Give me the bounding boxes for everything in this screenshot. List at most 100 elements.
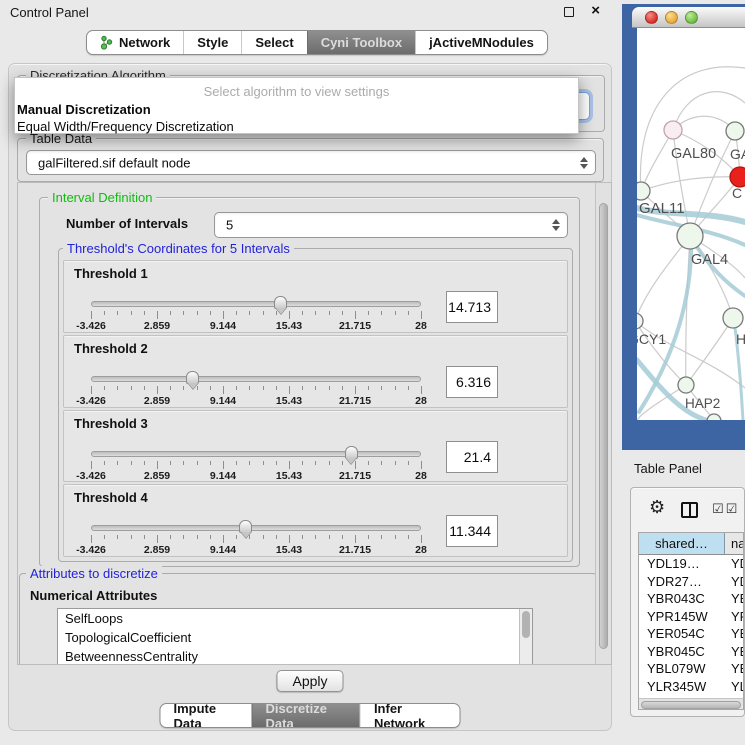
algorithm-dropdown-popup: Select algorithm to view settings Manual… xyxy=(14,77,579,134)
network-node-hap2[interactable] xyxy=(678,377,694,393)
minimize-traffic-light-icon[interactable] xyxy=(665,11,678,24)
threshold-slider[interactable] xyxy=(91,525,421,531)
table-row[interactable]: YER054CYER05 xyxy=(639,625,743,643)
attribute-list-item[interactable]: BetweennessCentrality xyxy=(58,647,532,665)
table-row[interactable]: YBL079WYBL07 xyxy=(639,660,743,678)
tick-mark xyxy=(302,311,303,315)
scale-label: 9.144 xyxy=(210,395,236,407)
tick-mark xyxy=(117,386,118,390)
tab-discretize-data[interactable]: Discretize Data xyxy=(252,704,360,727)
threshold-value-field[interactable]: 14.713 xyxy=(446,291,498,323)
attribute-list-item[interactable]: TopologicalCoefficient xyxy=(58,628,532,647)
tick-mark xyxy=(223,311,224,319)
slider-track[interactable] xyxy=(91,451,421,457)
table-data-select[interactable]: galFiltered.sif default node xyxy=(26,150,596,175)
threshold-slider[interactable] xyxy=(91,301,421,307)
panel-vertical-scrollbar[interactable] xyxy=(595,183,611,664)
threshold-label: Threshold 4 xyxy=(74,490,148,505)
attribute-list-item[interactable]: SelfLoops xyxy=(58,609,532,628)
algorithm-option-equal-width[interactable]: Equal Width/Frequency Discretization xyxy=(17,119,234,134)
slider-thumb[interactable] xyxy=(345,446,358,459)
column-layout-icon[interactable] xyxy=(681,502,698,518)
slider-thumb[interactable] xyxy=(274,296,287,309)
network-node-gal4[interactable] xyxy=(677,223,703,249)
tick-mark xyxy=(368,535,369,539)
number-of-intervals-select[interactable]: 5 xyxy=(214,212,568,238)
tab-select[interactable]: Select xyxy=(241,31,306,54)
scrollbar-thumb[interactable] xyxy=(522,611,530,638)
network-node-h[interactable] xyxy=(723,308,743,328)
table-horizontal-scrollbar[interactable] xyxy=(639,698,743,709)
slider-thumb[interactable] xyxy=(239,520,252,533)
tab-label: Style xyxy=(197,35,228,50)
tick-mark xyxy=(117,461,118,465)
select-columns-icon[interactable]: ☑☑ xyxy=(712,501,739,517)
tick-mark xyxy=(157,461,158,469)
tick-mark xyxy=(315,386,316,390)
tick-mark xyxy=(223,461,224,469)
close-icon[interactable]: × xyxy=(591,2,600,19)
tab-cyni-toolbox[interactable]: Cyni Toolbox xyxy=(307,31,415,54)
tick-mark xyxy=(91,386,92,394)
network-window-titlebar[interactable] xyxy=(632,7,745,28)
threshold-slider[interactable] xyxy=(91,376,421,382)
slider-track[interactable] xyxy=(91,301,421,307)
column-header-shared-name[interactable]: shared… xyxy=(639,533,725,554)
stepper-icon[interactable] xyxy=(552,219,560,231)
slider-thumb[interactable] xyxy=(186,371,199,384)
tab-style[interactable]: Style xyxy=(183,31,241,54)
apply-button[interactable]: Apply xyxy=(276,670,343,692)
network-edge[interactable] xyxy=(641,177,740,191)
slider-track[interactable] xyxy=(91,525,421,531)
threshold-value-field[interactable]: 21.4 xyxy=(446,441,498,473)
tick-mark xyxy=(302,386,303,390)
tick-mark xyxy=(421,535,422,543)
network-node-label: GAL80 xyxy=(671,146,716,162)
threshold-value-field[interactable]: 11.344 xyxy=(446,515,498,547)
tab-jactivemnodules[interactable]: jActiveMNodules xyxy=(415,31,547,54)
tick-mark xyxy=(183,311,184,315)
gear-icon[interactable]: ⚙ xyxy=(649,497,665,518)
network-edge[interactable] xyxy=(641,130,673,191)
scale-label: 21.715 xyxy=(339,395,371,407)
column-header-name[interactable]: na xyxy=(725,533,743,554)
algorithm-placeholder-option[interactable]: Select algorithm to view settings xyxy=(15,84,578,99)
float-icon[interactable] xyxy=(564,7,574,17)
tab-infer-network[interactable]: Infer Network xyxy=(360,704,460,727)
tick-mark xyxy=(395,461,396,465)
stepper-icon[interactable] xyxy=(580,157,588,169)
slider-track[interactable] xyxy=(91,376,421,382)
tab-impute-data[interactable]: Impute Data xyxy=(161,704,252,727)
scrollbar-thumb[interactable] xyxy=(599,203,608,649)
table-row[interactable]: YDL19…YDL19 xyxy=(639,555,743,573)
attributes-listbox[interactable]: SelfLoopsTopologicalCoefficientBetweenne… xyxy=(57,608,533,665)
network-node-gal11[interactable] xyxy=(637,182,650,200)
network-canvas[interactable]: GAL80GACGAL11GAL4GCY1HHAP2 xyxy=(637,28,745,420)
cell-shared-name: YBL079W xyxy=(639,660,725,678)
scale-label: 28 xyxy=(415,320,427,332)
cell-name: YPR14 xyxy=(725,608,743,626)
network-node-gal80[interactable] xyxy=(664,121,682,139)
table-row[interactable]: YBR043CYBR04 xyxy=(639,590,743,608)
network-node-c[interactable] xyxy=(730,167,745,187)
tick-mark xyxy=(104,311,105,315)
tab-network[interactable]: Network xyxy=(87,31,183,54)
cell-name: YER05 xyxy=(725,625,743,643)
zoom-traffic-light-icon[interactable] xyxy=(685,11,698,24)
scale-label: 2.859 xyxy=(144,395,170,407)
tick-mark xyxy=(315,311,316,315)
close-traffic-light-icon[interactable] xyxy=(645,11,658,24)
table-row[interactable]: YPR145WYPR14 xyxy=(639,608,743,626)
table-row[interactable]: YDR27…YDR27 xyxy=(639,573,743,591)
threshold-value-field[interactable]: 6.316 xyxy=(446,366,498,398)
table-row[interactable]: YLR345WYLR34 xyxy=(639,678,743,696)
tick-mark xyxy=(315,535,316,539)
tick-mark xyxy=(131,311,132,315)
algorithm-option-manual[interactable]: Manual Discretization xyxy=(17,102,151,117)
scrollbar-thumb[interactable] xyxy=(641,701,741,709)
attributes-scrollbar[interactable] xyxy=(519,609,532,665)
threshold-slider[interactable] xyxy=(91,451,421,457)
table-row[interactable]: YBR045CYBR04 xyxy=(639,643,743,661)
tick-mark xyxy=(408,311,409,315)
network-node-ga[interactable] xyxy=(726,122,744,140)
